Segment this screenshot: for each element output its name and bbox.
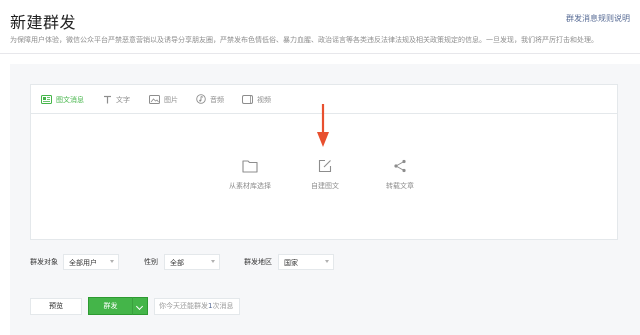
send-quota: 你今天还能群发1次消息 xyxy=(154,298,240,315)
share-icon xyxy=(365,157,435,175)
create-article-button[interactable]: 自建图文 xyxy=(290,157,360,191)
page-title: 新建群发 xyxy=(10,13,77,32)
repost-article-button[interactable]: 转载文章 xyxy=(365,157,435,191)
action-label: 从素材库选择 xyxy=(229,182,271,190)
video-icon xyxy=(242,94,253,106)
target-value: 全部用户 xyxy=(69,259,97,267)
select-from-library-button[interactable]: 从素材库选择 xyxy=(215,157,285,191)
send-options-button[interactable] xyxy=(132,297,148,315)
chevron-down-icon xyxy=(325,260,329,263)
region-value: 国家 xyxy=(284,259,298,267)
quota-suffix: 次消息 xyxy=(212,302,234,310)
preview-button[interactable]: 预览 xyxy=(30,298,82,315)
tab-label: 文字 xyxy=(116,96,130,104)
chevron-down-icon xyxy=(110,260,114,263)
tab-image-text[interactable]: 图文消息 xyxy=(41,94,84,106)
editor-actions: 从素材库选择 自建图文 转载文章 xyxy=(31,157,617,197)
gender-select[interactable]: 全部 xyxy=(164,254,220,270)
action-label: 转载文章 xyxy=(386,182,414,190)
region-select[interactable]: 国家 xyxy=(278,254,334,270)
quota-prefix: 你今天还能群发 xyxy=(159,302,208,310)
tab-label: 图文消息 xyxy=(56,96,84,104)
chevron-down-icon xyxy=(135,302,144,311)
text-icon xyxy=(103,95,112,106)
folder-icon xyxy=(215,157,285,175)
tab-label: 视频 xyxy=(257,96,271,104)
send-filters: 群发对象 全部用户 性别 全部 群发地区 国家 xyxy=(30,254,630,270)
audio-icon xyxy=(196,94,206,106)
image-text-icon xyxy=(41,94,52,106)
rules-link[interactable]: 群发消息规则说明 xyxy=(566,13,630,24)
chevron-down-icon xyxy=(211,260,215,263)
tab-picture[interactable]: 图片 xyxy=(149,94,178,106)
target-select[interactable]: 全部用户 xyxy=(63,254,119,270)
tab-audio[interactable]: 音频 xyxy=(196,94,224,106)
send-button[interactable]: 群发 xyxy=(88,297,132,315)
gender-value: 全部 xyxy=(170,259,184,267)
tab-text[interactable]: 文字 xyxy=(103,94,130,106)
edit-icon xyxy=(290,157,360,175)
region-label: 群发地区 xyxy=(244,258,272,266)
target-label: 群发对象 xyxy=(30,258,58,266)
red-arrow-annotation xyxy=(317,104,329,147)
tab-label: 音频 xyxy=(210,96,224,104)
action-label: 自建图文 xyxy=(311,182,339,190)
gender-label: 性别 xyxy=(144,258,158,266)
tab-label: 图片 xyxy=(164,96,178,104)
header-divider xyxy=(0,53,640,54)
picture-icon xyxy=(149,94,160,106)
tab-video[interactable]: 视频 xyxy=(242,94,271,106)
notice-text: 为保障用户体验，微信公众平台严禁恶意营销以及诱导分享朋友圈，严禁发布色情低俗、暴… xyxy=(10,36,598,44)
